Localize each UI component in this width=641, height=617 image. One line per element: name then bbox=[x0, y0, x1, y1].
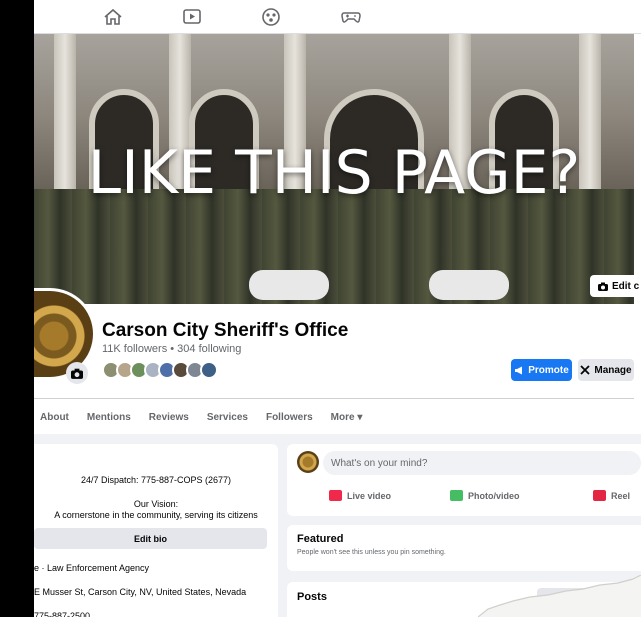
tab-followers[interactable]: Followers bbox=[266, 412, 313, 423]
category-text[interactable]: e · Law Enforcement Agency bbox=[34, 563, 149, 573]
tab-about[interactable]: About bbox=[40, 412, 69, 423]
top-navigation bbox=[34, 0, 641, 34]
manage-label: Manage bbox=[594, 364, 632, 376]
vision-text: A cornerstone in the community, serving … bbox=[54, 510, 258, 520]
photo-icon bbox=[450, 490, 463, 501]
edit-bio-label: Edit bio bbox=[134, 533, 167, 544]
reel-icon bbox=[593, 490, 606, 501]
groups-icon[interactable] bbox=[260, 7, 282, 27]
reel-label: Reel bbox=[611, 490, 631, 501]
posts-title: Posts bbox=[297, 591, 327, 603]
edit-cover-label: Edit c bbox=[612, 280, 640, 292]
post-composer: What's on your mind? Live video Photo/vi… bbox=[287, 444, 641, 516]
live-video-icon bbox=[329, 490, 342, 501]
gaming-icon[interactable] bbox=[340, 7, 362, 27]
megaphone-icon bbox=[515, 366, 523, 374]
page-title: Carson City Sheriff's Office bbox=[102, 320, 349, 341]
vision-title: Our Vision: bbox=[133, 499, 179, 509]
featured-section: Featured People won't see this unless yo… bbox=[287, 525, 641, 571]
motorcycle bbox=[249, 270, 329, 300]
edit-cover-button[interactable]: Edit c bbox=[590, 275, 641, 297]
follower-stats[interactable]: 11K followers • 304 following bbox=[102, 343, 241, 355]
cover-overlay-text: LIKE THIS PAGE? bbox=[87, 138, 581, 208]
follower-avatars[interactable] bbox=[102, 361, 218, 379]
status-input[interactable]: What's on your mind? bbox=[323, 451, 641, 475]
dispatch-text: 24/7 Dispatch: 775-887-COPS (2677) bbox=[80, 475, 232, 485]
update-avatar-button[interactable] bbox=[66, 362, 88, 384]
motorcycle bbox=[429, 270, 509, 300]
live-video-button[interactable]: Live video bbox=[329, 490, 391, 501]
live-video-label: Live video bbox=[347, 490, 392, 501]
edit-bio-button[interactable]: Edit bio bbox=[34, 528, 267, 549]
home-icon[interactable] bbox=[102, 7, 124, 27]
tab-reviews[interactable]: Reviews bbox=[149, 412, 189, 423]
address-text[interactable]: E Musser St, Carson City, NV, United Sta… bbox=[34, 587, 246, 597]
camera-icon bbox=[598, 282, 608, 291]
manage-button[interactable]: Manage bbox=[578, 359, 634, 381]
torn-paper-overlay bbox=[478, 575, 641, 617]
photo-video-button[interactable]: Photo/video bbox=[450, 490, 520, 501]
photo-video-label: Photo/video bbox=[468, 490, 520, 501]
cover-photo: LIKE THIS PAGE? bbox=[34, 34, 634, 304]
left-black-edge bbox=[0, 0, 34, 617]
featured-subtitle: People won't see this unless you pin som… bbox=[297, 549, 446, 556]
avatar bbox=[297, 451, 319, 473]
intro-card: 24/7 Dispatch: 775-887-COPS (2677) Our V… bbox=[34, 444, 278, 617]
tab-more[interactable]: More ▾ bbox=[331, 412, 363, 423]
tab-services[interactable]: Services bbox=[207, 412, 248, 423]
promote-label: Promote bbox=[528, 364, 569, 376]
video-icon[interactable] bbox=[181, 7, 203, 27]
reel-button[interactable]: Reel bbox=[593, 490, 630, 501]
divider bbox=[34, 398, 634, 399]
tools-icon bbox=[580, 365, 591, 375]
profile-tabs: About Mentions Reviews Services Follower… bbox=[34, 405, 380, 429]
phone-text: 775-887-2500 bbox=[34, 611, 91, 617]
featured-title: Featured bbox=[297, 533, 344, 545]
camera-icon bbox=[71, 368, 83, 379]
avatar bbox=[200, 361, 218, 379]
promote-button[interactable]: Promote bbox=[511, 359, 572, 381]
tab-mentions[interactable]: Mentions bbox=[87, 412, 131, 423]
